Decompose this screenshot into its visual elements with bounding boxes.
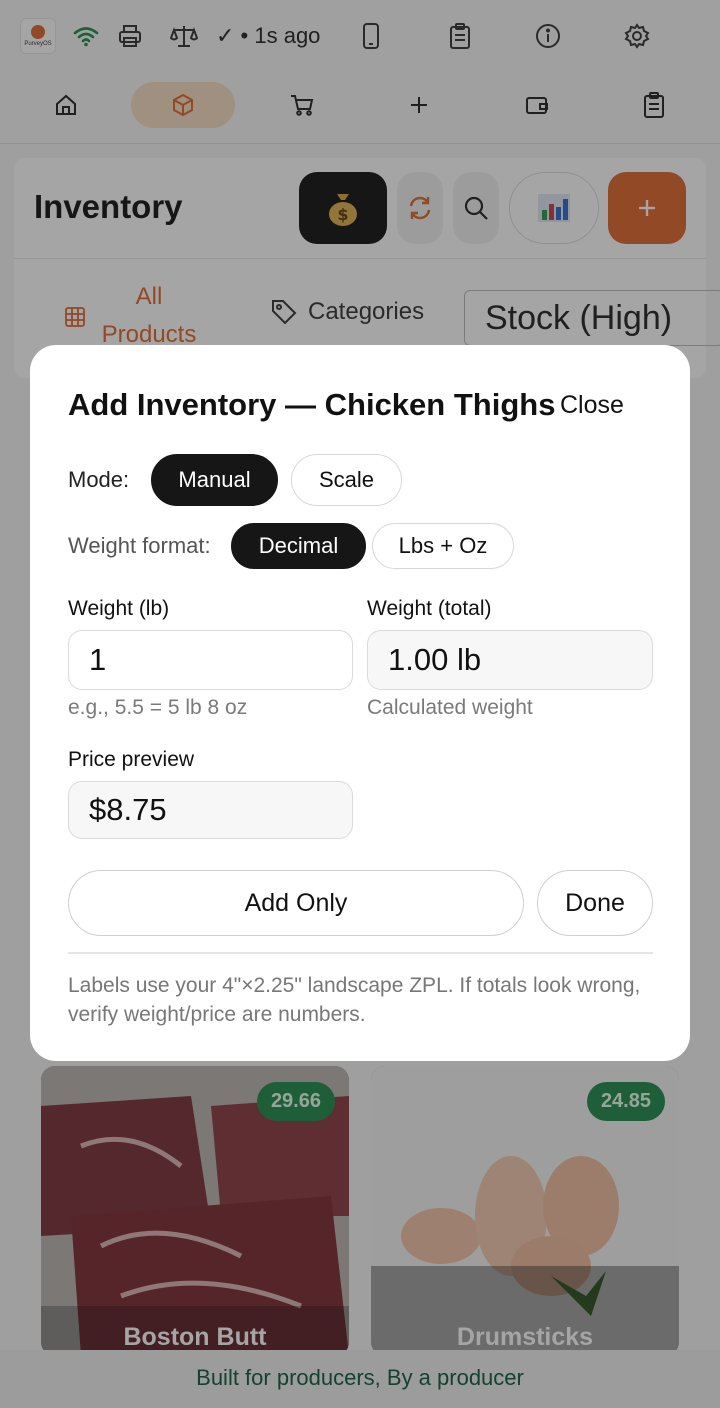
price-preview-label: Price preview: [68, 748, 195, 771]
weight-lb-label: Weight (lb): [68, 597, 170, 620]
format-decimal-button[interactable]: Decimal: [231, 523, 366, 569]
divider: [68, 952, 653, 954]
weight-lb-hint: e.g., 5.5 = 5 lb 8 oz: [68, 696, 248, 719]
close-button[interactable]: Close: [560, 391, 624, 420]
dialog-title: Add Inventory — Chicken Thighs: [68, 387, 556, 422]
weight-total-hint: Calculated weight: [367, 696, 533, 719]
weight-total-label: Weight (total): [367, 597, 492, 620]
label-note: Labels use your 4"×2.25" landscape ZPL. …: [68, 974, 641, 1026]
weight-format-label: Weight format:: [68, 533, 211, 558]
weight-lb-input[interactable]: 1: [68, 630, 353, 690]
done-button[interactable]: Done: [537, 870, 653, 936]
price-preview-field: $8.75: [68, 781, 353, 839]
add-inventory-dialog: Add Inventory — Chicken Thighs Close Mod…: [30, 345, 690, 1061]
mode-scale-button[interactable]: Scale: [291, 454, 402, 506]
weight-total-field: 1.00 lb: [367, 630, 653, 690]
mode-label: Mode:: [68, 467, 130, 492]
mode-manual-button[interactable]: Manual: [151, 454, 278, 506]
add-only-button[interactable]: Add Only: [68, 870, 524, 936]
format-lbs-oz-button[interactable]: Lbs + Oz: [372, 523, 514, 569]
